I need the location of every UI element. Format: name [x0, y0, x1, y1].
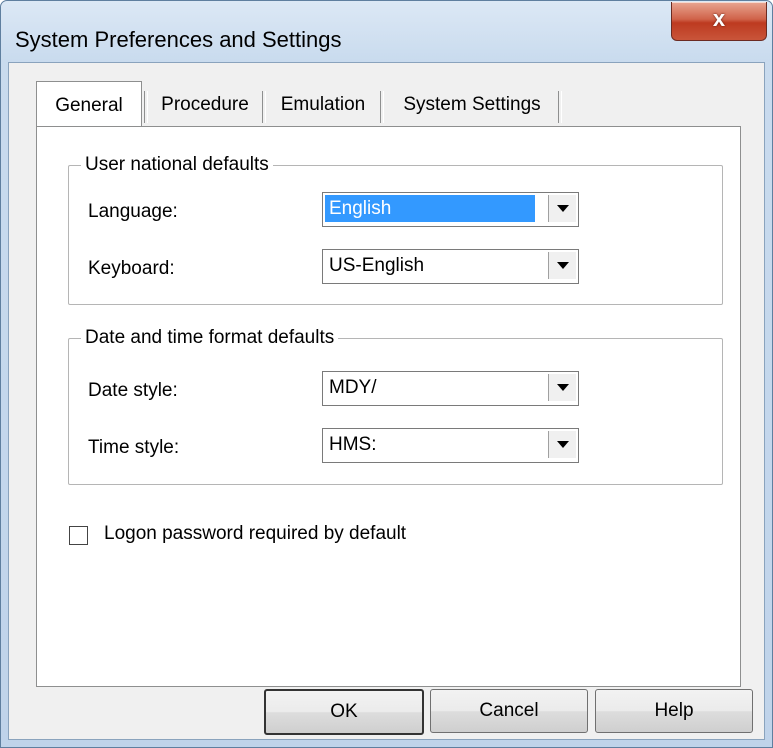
- group-title: Date and time format defaults: [81, 327, 339, 349]
- tab-general[interactable]: General: [36, 81, 142, 126]
- close-button[interactable]: x: [671, 2, 767, 41]
- ok-button[interactable]: OK: [264, 689, 424, 735]
- chevron-down-icon: [557, 384, 569, 391]
- time-style-label: Time style:: [88, 437, 180, 458]
- tab-separator: [262, 91, 266, 123]
- group-title: User national defaults: [81, 154, 273, 176]
- chevron-down-icon: [557, 262, 569, 269]
- tab-system-settings[interactable]: System Settings: [388, 85, 556, 125]
- tab-separator: [380, 91, 384, 123]
- tab-separator: [558, 91, 562, 123]
- language-select[interactable]: English: [322, 192, 579, 227]
- date-style-value: MDY/: [329, 377, 377, 398]
- tab-separator: [144, 91, 148, 123]
- date-style-label: Date style:: [88, 380, 178, 401]
- help-button[interactable]: Help: [595, 689, 753, 733]
- language-value: English: [325, 195, 535, 222]
- keyboard-label: Keyboard:: [88, 258, 175, 279]
- dropdown-button[interactable]: [548, 431, 576, 458]
- chevron-down-icon: [557, 441, 569, 448]
- logon-password-checkbox[interactable]: [69, 526, 88, 545]
- tab-emulation[interactable]: Emulation: [270, 85, 376, 125]
- logon-password-label[interactable]: Logon password required by default: [104, 523, 406, 545]
- window-title: System Preferences and Settings: [15, 27, 342, 52]
- tab-procedure[interactable]: Procedure: [150, 85, 260, 125]
- chevron-down-icon: [557, 205, 569, 212]
- dropdown-button[interactable]: [548, 195, 576, 222]
- close-icon: x: [712, 6, 726, 31]
- dropdown-button[interactable]: [548, 374, 576, 401]
- keyboard-value: US-English: [329, 255, 425, 276]
- language-label: Language:: [88, 201, 178, 222]
- cancel-button[interactable]: Cancel: [430, 689, 588, 733]
- time-style-select[interactable]: HMS:: [322, 428, 579, 463]
- date-style-select[interactable]: MDY/: [322, 371, 579, 406]
- dropdown-button[interactable]: [548, 252, 576, 279]
- keyboard-select[interactable]: US-English: [322, 249, 579, 284]
- national-defaults-group: User national defaults: [68, 154, 723, 305]
- time-style-value: HMS:: [329, 434, 377, 455]
